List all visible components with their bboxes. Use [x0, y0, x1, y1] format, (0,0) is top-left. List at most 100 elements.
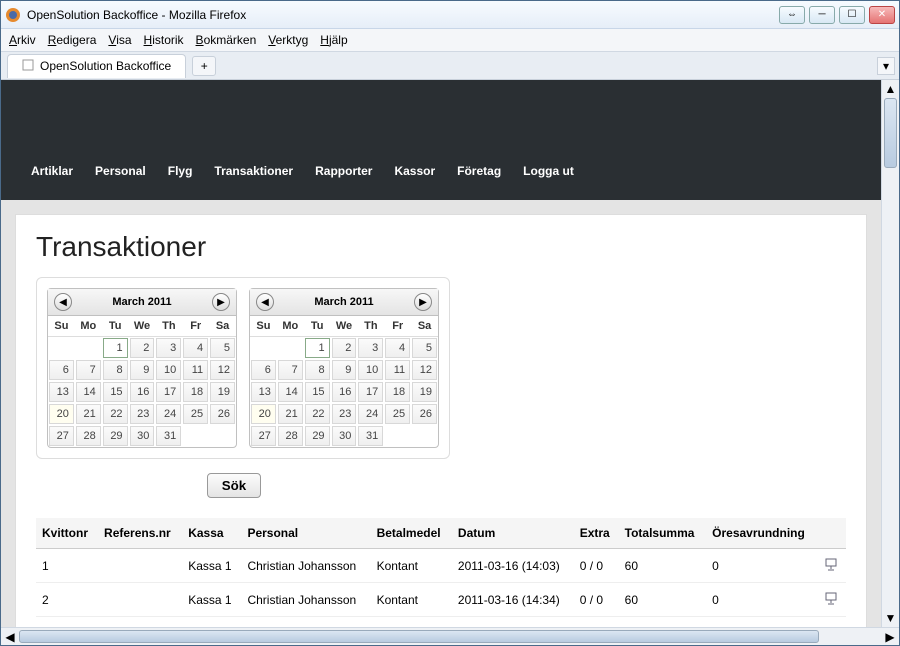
minimize-button[interactable]: ─	[809, 6, 835, 24]
cal-day[interactable]: 3	[156, 338, 181, 358]
cal-day[interactable]: 31	[156, 426, 181, 446]
nav-logga-ut[interactable]: Logga ut	[523, 164, 574, 178]
cal-day[interactable]: 28	[76, 426, 101, 446]
cal-day[interactable]: 4	[385, 338, 410, 358]
cal-day[interactable]: 25	[183, 404, 208, 424]
cal-day[interactable]: 14	[278, 382, 303, 402]
cal-day[interactable]: 13	[49, 382, 74, 402]
cal-next-icon[interactable]: ▶	[414, 293, 432, 311]
cal-day[interactable]: 24	[358, 404, 383, 424]
cal-day[interactable]: 7	[278, 360, 303, 380]
nav-kassor[interactable]: Kassor	[394, 164, 435, 178]
vertical-scrollbar[interactable]: ▲ ▼	[881, 80, 899, 627]
nav-företag[interactable]: Företag	[457, 164, 501, 178]
cal-day[interactable]: 21	[76, 404, 101, 424]
window-extra-button[interactable]: ⇔	[779, 6, 805, 24]
row-action[interactable]	[818, 549, 846, 583]
scroll-up-icon[interactable]: ▲	[882, 80, 899, 98]
cal-day[interactable]: 2	[130, 338, 155, 358]
cal-day[interactable]: 20	[49, 404, 74, 424]
cal-day[interactable]: 12	[210, 360, 235, 380]
cal-day[interactable]: 9	[332, 360, 357, 380]
scroll-down-icon[interactable]: ▼	[882, 609, 899, 627]
cal-day[interactable]: 8	[103, 360, 128, 380]
cal-day[interactable]: 12	[412, 360, 437, 380]
cal-day[interactable]: 11	[183, 360, 208, 380]
cal-day[interactable]: 14	[76, 382, 101, 402]
cal-day[interactable]: 5	[412, 338, 437, 358]
nav-flyg[interactable]: Flyg	[168, 164, 193, 178]
cal-day[interactable]: 17	[156, 382, 181, 402]
cal-day[interactable]: 24	[156, 404, 181, 424]
cal-day[interactable]: 23	[332, 404, 357, 424]
cal-day[interactable]: 8	[305, 360, 330, 380]
scroll-thumb-h[interactable]	[19, 630, 819, 643]
menu-hjälp[interactable]: Hjälp	[320, 33, 347, 47]
nav-personal[interactable]: Personal	[95, 164, 146, 178]
cal-day[interactable]: 2	[332, 338, 357, 358]
cal-day[interactable]: 17	[358, 382, 383, 402]
close-button[interactable]: ✕	[869, 6, 895, 24]
scroll-right-icon[interactable]: ▶	[881, 628, 899, 645]
horizontal-scrollbar[interactable]: ◀ ▶	[1, 627, 899, 645]
cal-day[interactable]: 22	[305, 404, 330, 424]
cell-total: 60	[619, 583, 707, 617]
cal-day[interactable]: 30	[332, 426, 357, 446]
cal-prev-icon[interactable]: ◀	[256, 293, 274, 311]
cal-day[interactable]: 13	[251, 382, 276, 402]
cal-day[interactable]: 28	[278, 426, 303, 446]
scroll-left-icon[interactable]: ◀	[1, 628, 19, 645]
scroll-thumb[interactable]	[884, 98, 897, 168]
cal-day[interactable]: 18	[385, 382, 410, 402]
menu-redigera[interactable]: Redigera	[48, 33, 97, 47]
cal-day[interactable]: 6	[49, 360, 74, 380]
cal-day[interactable]: 3	[358, 338, 383, 358]
cal-day[interactable]: 6	[251, 360, 276, 380]
tabs-dropdown-button[interactable]: ▾	[877, 57, 895, 75]
cal-day[interactable]: 25	[385, 404, 410, 424]
cal-day[interactable]: 10	[358, 360, 383, 380]
row-action[interactable]	[818, 583, 846, 617]
menu-arkiv[interactable]: Arkiv	[9, 33, 36, 47]
cal-day[interactable]: 27	[251, 426, 276, 446]
cal-day[interactable]: 16	[332, 382, 357, 402]
nav-artiklar[interactable]: Artiklar	[31, 164, 73, 178]
menu-verktyg[interactable]: Verktyg	[268, 33, 308, 47]
maximize-button[interactable]: ☐	[839, 6, 865, 24]
cal-day[interactable]: 10	[156, 360, 181, 380]
cal-day[interactable]: 1	[103, 338, 128, 358]
browser-tab[interactable]: OpenSolution Backoffice	[7, 54, 186, 78]
cal-day[interactable]: 5	[210, 338, 235, 358]
cal-day[interactable]: 20	[251, 404, 276, 424]
menu-visa[interactable]: Visa	[108, 33, 131, 47]
new-tab-button[interactable]: +	[192, 56, 216, 76]
cal-prev-icon[interactable]: ◀	[54, 293, 72, 311]
cal-day[interactable]: 29	[305, 426, 330, 446]
cal-day[interactable]: 19	[412, 382, 437, 402]
cal-day[interactable]: 15	[103, 382, 128, 402]
cal-day[interactable]: 22	[103, 404, 128, 424]
cal-day[interactable]: 21	[278, 404, 303, 424]
cal-day[interactable]: 30	[130, 426, 155, 446]
cal-day[interactable]: 11	[385, 360, 410, 380]
cal-day[interactable]: 26	[412, 404, 437, 424]
cal-day[interactable]: 26	[210, 404, 235, 424]
cal-day[interactable]: 1	[305, 338, 330, 358]
cal-day[interactable]: 16	[130, 382, 155, 402]
cal-day[interactable]: 4	[183, 338, 208, 358]
cal-day[interactable]: 7	[76, 360, 101, 380]
nav-transaktioner[interactable]: Transaktioner	[214, 164, 293, 178]
cal-day[interactable]: 29	[103, 426, 128, 446]
cal-next-icon[interactable]: ▶	[212, 293, 230, 311]
cal-day[interactable]: 31	[358, 426, 383, 446]
nav-rapporter[interactable]: Rapporter	[315, 164, 372, 178]
cal-day[interactable]: 27	[49, 426, 74, 446]
cal-day[interactable]: 18	[183, 382, 208, 402]
menu-bokmärken[interactable]: Bokmärken	[196, 33, 257, 47]
cal-day[interactable]: 23	[130, 404, 155, 424]
search-button[interactable]: Sök	[207, 473, 261, 498]
cal-day[interactable]: 19	[210, 382, 235, 402]
menu-historik[interactable]: Historik	[144, 33, 184, 47]
cal-day[interactable]: 15	[305, 382, 330, 402]
cal-day[interactable]: 9	[130, 360, 155, 380]
